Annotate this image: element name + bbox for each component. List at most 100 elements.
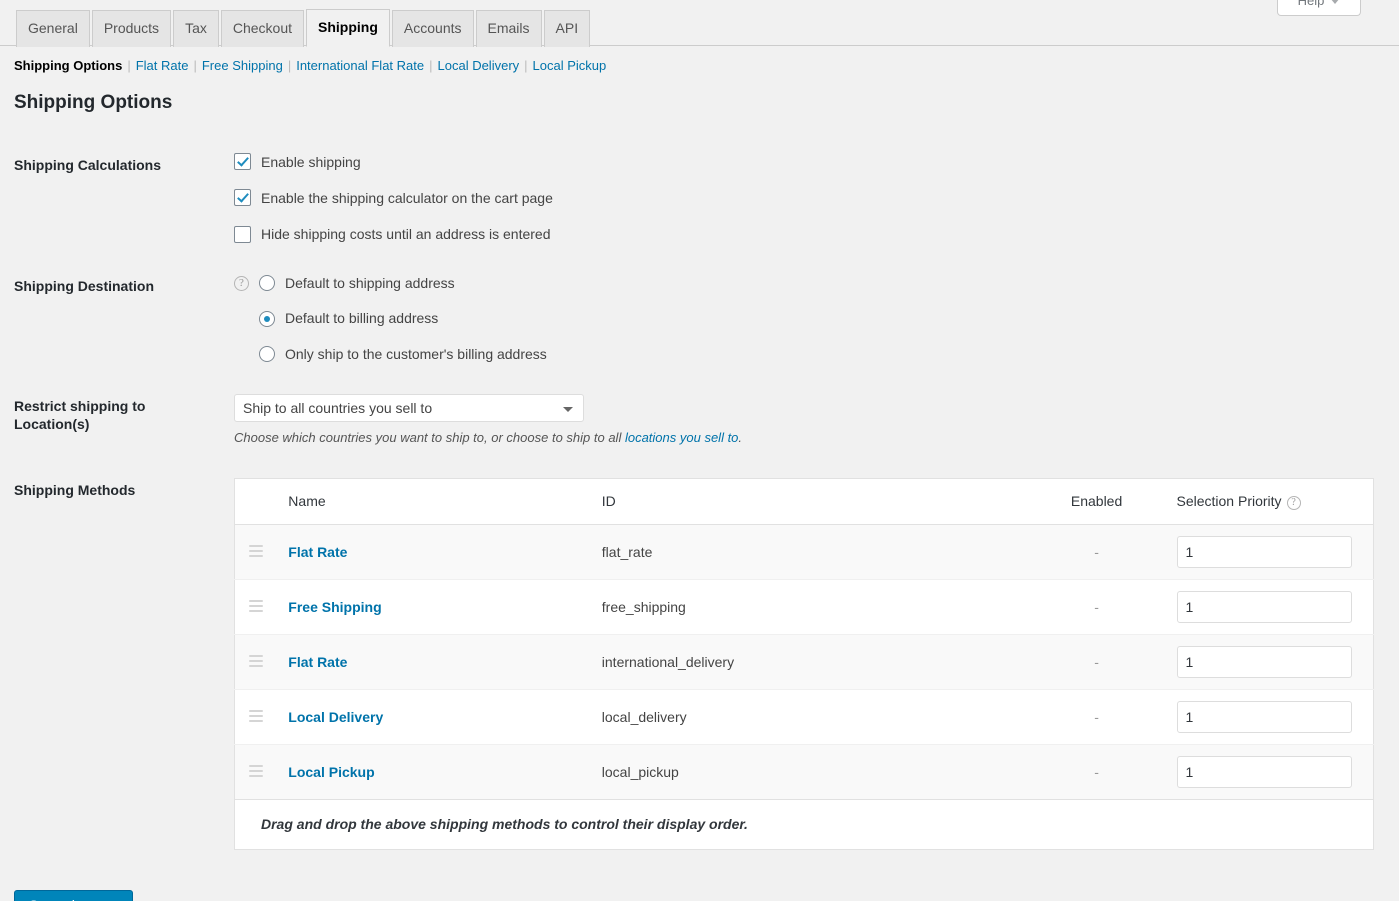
subnav-item-local-pickup: Local Pickup	[533, 58, 607, 73]
row-drag-cell[interactable]	[234, 579, 277, 635]
radio-row-only-billing-address[interactable]: Only ship to the customer's billing addr…	[234, 345, 1389, 363]
radio-label-default-billing-address[interactable]: Default to billing address	[285, 309, 438, 327]
restrict-shipping-select[interactable]: Ship to all countries you sell to	[234, 393, 584, 422]
checkbox-enable-shipping[interactable]	[234, 153, 251, 171]
row-enabled-cell: -	[1028, 689, 1165, 745]
row-id-cell: free_shipping	[589, 579, 1029, 635]
row-priority-cell	[1164, 744, 1374, 800]
row-name-cell: Local Pickup	[276, 744, 590, 800]
table-row: Local Pickup local_pickup -	[234, 744, 1374, 800]
row-id-cell: local_delivery	[589, 689, 1029, 745]
subnav-link-international-flat-rate[interactable]: International Flat Rate	[296, 58, 424, 73]
row-id-cell: local_pickup	[589, 744, 1029, 800]
row-id-cell: international_delivery	[589, 634, 1029, 690]
checkbox-hide-shipping-costs[interactable]	[234, 225, 251, 243]
subnav-separator: |	[287, 58, 292, 73]
row-priority-cell	[1164, 579, 1374, 635]
checkbox-row-hide-shipping-costs[interactable]: Hide shipping costs until an address is …	[234, 225, 1389, 243]
tab-accounts[interactable]: Accounts	[391, 10, 474, 47]
radio-label-only-billing-address[interactable]: Only ship to the customer's billing addr…	[285, 345, 547, 363]
checkbox-enable-calculator[interactable]	[234, 189, 251, 207]
subnav-item-international-flat-rate: International Flat Rate |	[296, 58, 437, 73]
checkbox-row-enable-shipping[interactable]: Enable shipping	[234, 153, 1389, 171]
help-tab-button[interactable]: Help	[1277, 0, 1361, 17]
selection-priority-input[interactable]	[1176, 756, 1352, 789]
field-shipping-methods: Name ID Enabled Selection Priority? Flat…	[234, 467, 1399, 870]
tab-general[interactable]: General	[16, 10, 90, 47]
selection-priority-input[interactable]	[1176, 646, 1352, 679]
subnav-separator: |	[127, 58, 131, 73]
locations-you-sell-to-link[interactable]: locations you sell to	[625, 430, 738, 445]
tab-checkout[interactable]: Checkout	[220, 10, 305, 47]
shipping-method-link[interactable]: Flat Rate	[288, 654, 347, 670]
selection-priority-input[interactable]	[1176, 701, 1352, 734]
radio-row-default-billing-address[interactable]: Default to billing address	[234, 309, 1389, 327]
column-header-sort	[234, 478, 277, 526]
shipping-subnav: Shipping Options | Flat Rate | Free Shipping…	[14, 58, 1399, 73]
radio-only-billing-address[interactable]	[259, 345, 275, 362]
subnav-link-free-shipping[interactable]: Free Shipping	[202, 58, 283, 73]
form-row-restrict-shipping: Restrict shipping to Location(s) Ship to…	[0, 383, 1399, 467]
radio-default-billing-address[interactable]	[259, 310, 275, 327]
subnav-separator: |	[193, 58, 197, 73]
table-row: Local Delivery local_delivery -	[234, 689, 1374, 745]
tab-products[interactable]: Products	[91, 10, 172, 47]
tab-tax[interactable]: Tax	[173, 10, 219, 47]
field-shipping-destination: ? Default to shipping address Default to…	[234, 263, 1399, 383]
subnav-link-local-pickup[interactable]: Local Pickup	[533, 58, 607, 73]
drag-handle-icon[interactable]	[249, 710, 263, 723]
row-drag-cell[interactable]	[234, 524, 277, 580]
radio-row-default-shipping-address[interactable]: ? Default to shipping address	[234, 274, 1389, 292]
label-shipping-methods: Shipping Methods	[14, 482, 136, 498]
tab-emails[interactable]: Emails	[475, 10, 542, 47]
chevron-down-icon	[1330, 0, 1341, 5]
description-text-before: Choose which countries you want to ship …	[234, 429, 625, 445]
row-drag-cell[interactable]	[234, 744, 277, 800]
shipping-methods-tbody: Flat Rate flat_rate - Free Shipping free…	[234, 524, 1374, 850]
subnav-link-flat-rate[interactable]: Flat Rate	[136, 58, 189, 73]
row-priority-cell	[1164, 524, 1374, 580]
shipping-methods-header-row: Name ID Enabled Selection Priority?	[234, 478, 1374, 526]
radio-label-default-shipping-address[interactable]: Default to shipping address	[285, 274, 455, 292]
form-row-shipping-calculations: Shipping Calculations Enable shipping En…	[0, 142, 1399, 264]
column-header-enabled: Enabled	[1028, 478, 1165, 526]
table-row: Flat Rate international_delivery -	[234, 634, 1374, 690]
subnav-separator: |	[429, 58, 433, 73]
help-tab-container: Help	[1277, 0, 1361, 17]
subnav-item-shipping-options: Shipping Options |	[14, 58, 136, 73]
shipping-method-link[interactable]: Free Shipping	[288, 599, 381, 615]
form-row-shipping-methods: Shipping Methods Name ID Enabled Selecti…	[0, 467, 1399, 870]
shipping-method-link[interactable]: Local Delivery	[288, 709, 383, 725]
subnav-link-local-delivery[interactable]: Local Delivery	[438, 58, 520, 73]
shipping-method-link[interactable]: Local Pickup	[288, 764, 374, 780]
tab-api[interactable]: API	[543, 10, 591, 47]
shipping-method-link[interactable]: Flat Rate	[288, 544, 347, 560]
drag-handle-icon[interactable]	[249, 765, 263, 778]
tab-shipping[interactable]: Shipping	[306, 9, 390, 47]
checkbox-label-enable-shipping[interactable]: Enable shipping	[261, 153, 361, 171]
drag-handle-icon[interactable]	[249, 545, 263, 558]
checkbox-label-enable-calculator[interactable]: Enable the shipping calculator on the ca…	[261, 189, 553, 207]
question-mark-icon[interactable]: ?	[234, 275, 249, 291]
checkbox-label-hide-shipping-costs[interactable]: Hide shipping costs until an address is …	[261, 225, 551, 243]
row-drag-cell[interactable]	[234, 634, 277, 690]
checkbox-row-enable-calculator[interactable]: Enable the shipping calculator on the ca…	[234, 189, 1389, 207]
row-name-cell: Flat Rate	[276, 524, 590, 580]
save-changes-button[interactable]: Save changes	[14, 890, 133, 901]
selection-priority-input[interactable]	[1176, 536, 1352, 569]
drag-handle-icon[interactable]	[249, 655, 263, 668]
row-enabled-cell: -	[1028, 579, 1165, 635]
label-restrict-shipping: Restrict shipping to Location(s)	[14, 397, 146, 432]
help-tab-label: Help	[1297, 0, 1325, 8]
subnav-link-shipping-options[interactable]: Shipping Options	[14, 58, 122, 73]
question-mark-icon[interactable]: ?	[1286, 496, 1301, 510]
drag-handle-icon[interactable]	[249, 600, 263, 613]
radio-default-shipping-address[interactable]	[259, 275, 275, 292]
selection-priority-input[interactable]	[1176, 591, 1352, 624]
row-id-cell: flat_rate	[589, 524, 1029, 580]
table-row: Flat Rate flat_rate -	[234, 524, 1374, 580]
form-row-shipping-destination: Shipping Destination ? Default to shippi…	[0, 263, 1399, 383]
subnav-separator: |	[524, 58, 528, 73]
label-shipping-destination: Shipping Destination	[14, 278, 154, 295]
row-drag-cell[interactable]	[234, 689, 277, 745]
